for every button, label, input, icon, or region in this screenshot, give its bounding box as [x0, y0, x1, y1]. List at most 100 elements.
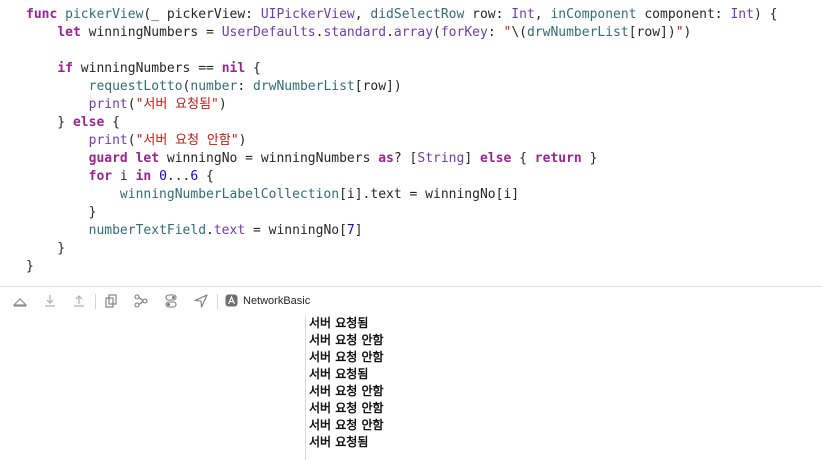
toolbar-separator	[95, 294, 96, 309]
code-token: didSelectRow	[370, 7, 465, 22]
code-token: as	[378, 151, 394, 166]
code-token: [row])	[354, 79, 402, 94]
console-log-line: 서버 요청됨	[309, 316, 369, 330]
code-token: for	[88, 169, 113, 184]
code-token: numberTextField	[88, 223, 207, 238]
code-token: }	[26, 259, 34, 274]
code-token: inComponent	[550, 7, 637, 22]
code-line[interactable]: requestLotto(number: drwNumberList[row])	[26, 78, 402, 96]
console-log-line: 서버 요청됨	[309, 435, 369, 449]
code-token: UIPickerView	[260, 7, 355, 22]
code-token: ? [	[393, 151, 418, 166]
step-over-icon[interactable]	[42, 293, 58, 309]
code-token: Int	[730, 7, 754, 22]
code-token: i	[112, 169, 136, 184]
hide-debug-area-icon[interactable]	[12, 293, 28, 309]
code-token: ) {	[753, 7, 778, 22]
code-token: .	[386, 25, 394, 40]
code-token: drwNumberList	[526, 25, 629, 40]
code-line[interactable]: for i in 0...6 {	[26, 168, 214, 186]
code-token: )	[238, 133, 247, 148]
code-token: )	[683, 25, 692, 40]
code-token: winningNumbers ==	[72, 61, 222, 76]
console-log-line: 서버 요청 안함	[309, 401, 384, 415]
target-name[interactable]: NetworkBasic	[243, 294, 310, 309]
code-token: let	[135, 151, 160, 166]
console-log-line: 서버 요청됨	[309, 367, 369, 381]
memory-graph-icon[interactable]	[133, 293, 149, 309]
code-line[interactable]: numberTextField.text = winningNo[7]	[26, 222, 363, 240]
code-token: winningNo = winningNumbers	[159, 151, 379, 166]
view-hierarchy-icon[interactable]	[103, 293, 119, 309]
code-token: in	[135, 169, 152, 184]
step-into-icon[interactable]	[71, 293, 87, 309]
code-line[interactable]: }	[26, 240, 65, 258]
console-log-line: 서버 요청 안함	[309, 333, 384, 347]
code-token: (	[127, 133, 136, 148]
app-target-icon	[225, 294, 238, 307]
code-token: {	[104, 115, 120, 130]
code-token: ,	[354, 7, 371, 22]
code-line[interactable]: print("서버 요청 안함")	[26, 132, 247, 150]
code-token: let	[57, 25, 81, 40]
code-line[interactable]: guard let winningNo = winningNumbers as?…	[26, 150, 598, 168]
code-line[interactable]: } else {	[26, 114, 120, 132]
console-output[interactable]: 서버 요청됨 서버 요청 안함 서버 요청 안함 서버 요청됨 서버 요청 안함 서버 요…	[306, 316, 822, 460]
code-token: .	[206, 223, 214, 238]
code-token: component:	[636, 7, 731, 22]
code-token: if	[57, 61, 73, 76]
code-token: pickerView	[65, 7, 144, 22]
code-line[interactable]: let winningNumbers = UserDefaults.standa…	[26, 24, 691, 42]
code-token: print	[88, 133, 128, 148]
code-token: forKey	[440, 25, 488, 40]
code-token: ]	[354, 223, 363, 238]
code-editor[interactable]: func pickerView(_ pickerView: UIPickerVi…	[0, 0, 822, 284]
code-token: :	[487, 25, 504, 40]
code-token: [row])	[628, 25, 676, 40]
code-line[interactable]: }	[26, 204, 97, 222]
code-line[interactable]: print("서버 요청됨")	[26, 96, 227, 114]
code-line[interactable]: }	[26, 258, 34, 276]
code-token: winningNumbers =	[80, 25, 222, 40]
code-token: UserDefaults	[221, 25, 316, 40]
code-token: 0	[159, 169, 167, 184]
code-token: "서버 요청 안함"	[135, 133, 239, 148]
code-token: nil	[221, 61, 246, 76]
code-token: "서버 요청됨"	[135, 97, 219, 112]
code-line[interactable]: if winningNumbers == nil {	[26, 60, 261, 78]
code-token: }	[26, 241, 66, 256]
code-token: {	[245, 61, 261, 76]
environment-overrides-icon[interactable]	[163, 293, 179, 309]
code-token: {	[198, 169, 214, 184]
code-token: \(	[511, 25, 527, 40]
code-token: :	[237, 79, 253, 94]
code-token: standard	[323, 25, 387, 40]
code-line[interactable]: winningNumberLabelCollection[i].text = w…	[26, 186, 519, 204]
code-token: else	[72, 115, 105, 130]
code-token: guard	[88, 151, 128, 166]
toolbar-separator	[217, 294, 218, 309]
code-token: ]	[464, 151, 480, 166]
code-token: = winningNo[	[245, 223, 347, 238]
console-log-line: 서버 요청 안함	[309, 350, 384, 364]
code-token: (	[433, 25, 441, 40]
code-token: String	[417, 151, 465, 166]
variables-view[interactable]	[0, 316, 305, 460]
code-token: }	[581, 151, 598, 166]
code-token: "	[675, 25, 684, 40]
code-token: }	[26, 205, 97, 220]
code-line[interactable]: func pickerView(_ pickerView: UIPickerVi…	[26, 6, 777, 24]
simulate-location-icon[interactable]	[193, 293, 209, 309]
code-token: else	[480, 151, 512, 166]
code-token: return	[534, 151, 582, 166]
